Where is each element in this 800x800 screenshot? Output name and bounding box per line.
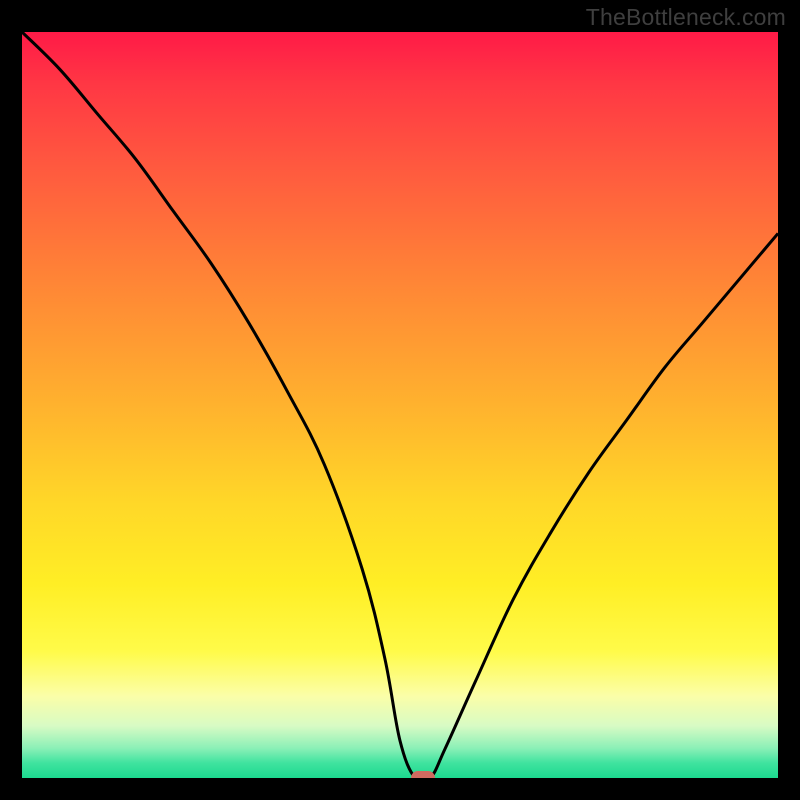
plot-area: [22, 32, 778, 778]
watermark-text: TheBottleneck.com: [586, 4, 786, 31]
bottleneck-marker: [411, 771, 435, 778]
curve-path: [22, 32, 778, 778]
chart-frame: TheBottleneck.com: [0, 0, 800, 800]
bottleneck-curve: [22, 32, 778, 778]
